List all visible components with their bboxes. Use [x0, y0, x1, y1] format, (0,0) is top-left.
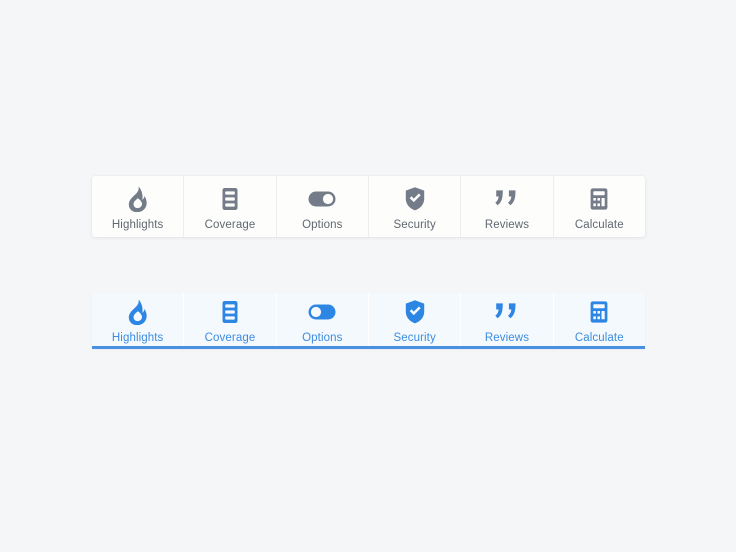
tab-label: Calculate	[574, 331, 624, 344]
tab-label: Highlights	[111, 218, 164, 231]
tab-label: Highlights	[111, 331, 164, 344]
calculator-icon	[588, 295, 610, 325]
tab-coverage[interactable]: Coverage	[183, 293, 275, 346]
shield-check-icon	[403, 182, 427, 212]
canvas: Highlights Coverage Options Security Rev…	[0, 0, 736, 552]
shield-check-icon	[403, 295, 427, 325]
tab-label: Reviews	[484, 218, 530, 231]
tab-label: Coverage	[204, 218, 256, 231]
calculator-icon	[588, 182, 610, 212]
tab-options[interactable]: Options	[275, 176, 368, 237]
flame-icon	[127, 295, 149, 325]
list-document-icon	[219, 295, 241, 325]
inactive-tabbar: Highlights Coverage Options Security Rev…	[92, 176, 645, 237]
tab-security[interactable]: Security	[367, 176, 460, 237]
tab-highlights[interactable]: Highlights	[92, 176, 183, 237]
flame-icon	[127, 182, 149, 212]
tab-highlights[interactable]: Highlights	[92, 293, 183, 346]
tab-label: Security	[393, 218, 436, 231]
tab-label: Reviews	[484, 331, 530, 344]
quote-marks-icon	[493, 295, 521, 325]
list-document-icon	[219, 182, 241, 212]
tab-calculate[interactable]: Calculate	[552, 176, 645, 237]
tab-security[interactable]: Security	[367, 293, 460, 346]
tab-label: Options	[302, 218, 343, 231]
tab-reviews[interactable]: Reviews	[460, 293, 552, 346]
tab-reviews[interactable]: Reviews	[460, 176, 552, 237]
tab-label: Calculate	[574, 218, 624, 231]
tab-coverage[interactable]: Coverage	[183, 176, 275, 237]
tab-label: Coverage	[204, 331, 256, 344]
tab-label: Options	[302, 331, 343, 344]
toggle-switch-on-icon	[307, 295, 337, 325]
tab-options[interactable]: Options	[275, 293, 368, 346]
tab-label: Security	[393, 331, 436, 344]
quote-marks-icon	[493, 182, 521, 212]
active-tabbar: Highlights Coverage Options Security Rev…	[92, 293, 645, 349]
tab-calculate[interactable]: Calculate	[552, 293, 645, 346]
toggle-switch-off-icon	[307, 182, 337, 212]
